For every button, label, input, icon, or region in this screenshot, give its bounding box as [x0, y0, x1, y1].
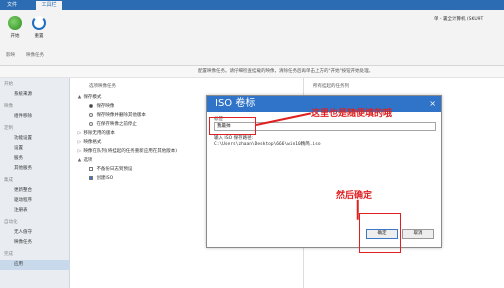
- pending-task-item: 单 - 裏全计算机 (SKU9T: [434, 17, 484, 22]
- option-group-save-mode[interactable]: ▲ 保存模式: [77, 93, 102, 102]
- option-save-image[interactable]: 保存映像: [89, 102, 114, 111]
- start-icon: [8, 16, 22, 30]
- radio-button[interactable]: [89, 112, 93, 117]
- annotation-ok-note: 然后确定: [336, 191, 373, 201]
- pending-tasks-header: 所有挂起的任务列: [313, 84, 349, 89]
- title-bar: 文件 工具栏: [0, 0, 504, 10]
- expand-arrow-icon: ▷: [77, 131, 82, 136]
- option-label: 在保存映像之前停止: [96, 122, 137, 127]
- option-no-backup-log[interactable]: 不备份日志到预设: [89, 165, 132, 174]
- nav-section: 开始: [4, 82, 13, 87]
- close-icon[interactable]: ×: [429, 98, 436, 110]
- option-label: 移除无用的版本: [83, 131, 115, 136]
- collapse-arrow-icon: ▲: [77, 95, 82, 100]
- checkbox[interactable]: [89, 166, 93, 171]
- sidebar-item[interactable]: 更新整合: [0, 186, 70, 196]
- info-text: 配置映像任务。请仔细检查挂载的映像，清除任务后再单击上方的"开始"按钮开始处理。: [198, 69, 374, 74]
- option-save-and-delete[interactable]: 保存映像并删除其他版本: [89, 111, 146, 120]
- option-label: 保存映像: [96, 104, 115, 109]
- tab-tools[interactable]: 工具栏: [36, 1, 62, 10]
- ribbon: 开始 重置 影映 映像任务: [0, 10, 504, 66]
- start-label: 开始: [10, 34, 20, 39]
- expand-arrow-icon: ▷: [77, 140, 82, 145]
- option-label: 映像格式: [83, 140, 102, 145]
- sidebar-item[interactable]: 其他服务: [0, 164, 70, 174]
- sidebar-item[interactable]: 注册表: [0, 206, 70, 216]
- radio-button[interactable]: [89, 103, 93, 108]
- sidebar-item[interactable]: 系统来源: [0, 90, 70, 100]
- tab-file[interactable]: 文件: [4, 1, 20, 10]
- collapse-arrow-icon: ▲: [77, 158, 82, 163]
- expand-arrow-icon: ▷: [77, 149, 82, 154]
- options-header: 选项映像任务: [89, 84, 116, 89]
- annotation-box-ok: [359, 213, 401, 253]
- option-label: 创建ISO: [96, 176, 114, 181]
- start-button[interactable]: 开始: [4, 16, 26, 39]
- option-group-remove-versions[interactable]: ▷ 移除无用的版本: [77, 129, 115, 138]
- option-label: 保存模式: [83, 95, 102, 100]
- nav-section: 集成: [4, 178, 13, 183]
- info-strip: 配置映像任务。请仔细检查挂载的映像，清除任务后再单击上方的"开始"按钮开始处理。: [0, 66, 504, 78]
- ribbon-group-label: 影映: [6, 53, 15, 58]
- option-stop-before-save[interactable]: 在保存映像之前停止: [89, 120, 137, 129]
- option-label: 选项: [83, 158, 93, 163]
- checkbox[interactable]: [89, 175, 93, 180]
- annotation-line: [357, 199, 359, 220]
- sidebar-item[interactable]: 驱动程序: [0, 196, 70, 206]
- sidebar-item[interactable]: 服务: [0, 154, 70, 164]
- nav-section: 自动化: [4, 220, 18, 225]
- option-group-image-queue[interactable]: ▷ 映像在队列(将挂起的任务重新应用在其他版本): [77, 147, 177, 156]
- option-group-options[interactable]: ▲ 选项: [77, 156, 93, 165]
- ribbon-group-label: 映像任务: [26, 53, 44, 58]
- sidebar-item[interactable]: 功能设置: [0, 134, 70, 144]
- annotation-box-input: [209, 117, 256, 135]
- nav-section: 定制: [4, 126, 13, 131]
- nav-section: 完成: [4, 252, 13, 257]
- dialog-title: ISO 卷标: [215, 98, 256, 109]
- sidebar-item[interactable]: 映像任务: [0, 238, 70, 248]
- radio-button[interactable]: [89, 121, 93, 126]
- sidebar-item[interactable]: 无人值守: [0, 228, 70, 238]
- option-label: 保存映像并删除其他版本: [96, 113, 146, 118]
- sidebar-item[interactable]: 设置: [0, 144, 70, 154]
- option-label: 不备份日志到预设: [96, 167, 133, 172]
- iso-path-value: C:\Users\zhaan\Desktop\666\win10精简.iso: [214, 142, 321, 147]
- option-label: 映像在队列(将挂起的任务重新应用在其他版本): [83, 149, 177, 154]
- sidebar-nav: 开始 系统来源 映像 组件移除 定制 功能设置 设置 服务 其他服务 集成 更新…: [0, 78, 70, 288]
- sidebar-item[interactable]: 组件移除: [0, 112, 70, 122]
- cancel-button[interactable]: 取消: [402, 229, 434, 239]
- option-group-image-format[interactable]: ▷ 映像格式: [77, 138, 102, 147]
- nav-section: 映像: [4, 104, 13, 109]
- refresh-icon: [32, 16, 46, 30]
- annotation-input-note: 这里也是随便填的哦: [311, 109, 393, 119]
- sidebar-item-apply[interactable]: 应用: [0, 260, 70, 270]
- refresh-label: 重置: [34, 34, 44, 39]
- refresh-button[interactable]: 重置: [28, 16, 50, 39]
- option-create-iso[interactable]: 创建ISO: [89, 174, 113, 183]
